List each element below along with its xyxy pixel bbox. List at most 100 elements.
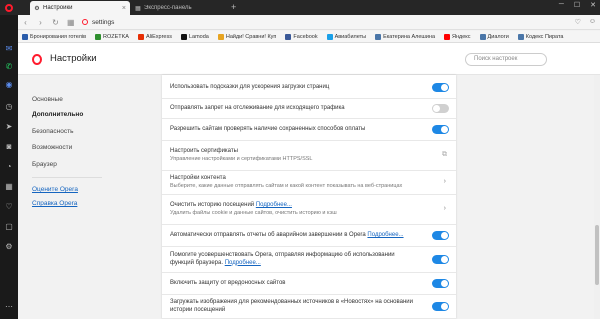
scrollbar[interactable]: [594, 75, 600, 319]
page-title: Настройки: [50, 53, 97, 64]
url-field[interactable]: settings: [82, 19, 567, 26]
setting-toggle[interactable]: [432, 231, 449, 240]
external-link-icon[interactable]: ⧉: [442, 151, 447, 159]
bookmark-heart-icon[interactable]: ♡: [575, 18, 581, 26]
settings-row: Загружать изображения для рекомендованны…: [162, 295, 456, 319]
setting-title: Очистить историю посещений Подробнее...: [170, 202, 292, 209]
more-icon[interactable]: ⋯: [3, 300, 15, 312]
bookmark-favicon-icon: [326, 33, 333, 40]
bookmark-item[interactable]: AliExpress: [137, 33, 172, 40]
bookmark-item[interactable]: Lamoda: [180, 33, 209, 40]
new-tab-button[interactable]: +: [231, 2, 236, 12]
setting-description: Удалить файлы cookie и данные сайтов, оч…: [170, 209, 337, 216]
messenger-icon[interactable]: ✉: [3, 42, 15, 54]
setting-title: Настроить сертификаты: [170, 148, 238, 155]
setting-title: Загружать изображения для рекомендованны…: [170, 299, 413, 313]
clock-icon[interactable]: ◔: [3, 160, 15, 172]
chevron-right-icon[interactable]: ›: [444, 178, 446, 185]
maximize-icon[interactable]: ☐: [574, 1, 580, 9]
bookmark-item[interactable]: Екатерина Алешина: [375, 33, 435, 40]
bookmark-favicon-icon: [22, 33, 28, 40]
setting-description: Управление настройками и сертификатами H…: [170, 155, 313, 162]
send-icon[interactable]: ➤: [3, 120, 15, 132]
bookmark-item[interactable]: Яндекс: [444, 33, 471, 40]
nav-item-features[interactable]: Возможности: [32, 144, 72, 151]
address-bar: ‹ › ↻ ▦ settings ♡ ☺: [18, 15, 600, 30]
bookmark-item[interactable]: Бронирования готелів: [22, 33, 86, 40]
settings-row: Помогите усовершенствовать Opera, отправ…: [162, 247, 456, 273]
bookmark-favicon-icon: [375, 33, 382, 40]
bookmark-item[interactable]: Авиабилеты: [326, 33, 366, 40]
learn-more-link[interactable]: Подробнее...: [367, 232, 403, 238]
forward-icon[interactable]: ›: [37, 18, 44, 27]
learn-more-link[interactable]: Подробнее...: [225, 260, 261, 266]
snapshot-icon[interactable]: ◙: [3, 140, 15, 152]
setting-title: Автоматически отправлять отчеты об авари…: [170, 231, 404, 238]
bookmark-favicon-icon: [95, 33, 101, 40]
settings-row[interactable]: Настройки контента Выберите, какие данные…: [162, 171, 456, 195]
profile-icon[interactable]: ☺: [589, 18, 596, 26]
search-settings-input[interactable]: Поиск настроек: [465, 53, 547, 66]
scrollbar-thumb[interactable]: [595, 225, 599, 285]
toggle-knob: [433, 105, 440, 112]
toggle-knob: [441, 126, 448, 133]
bookmark-item[interactable]: Facebook: [285, 33, 318, 40]
toggle-knob: [441, 256, 448, 263]
nav-item-security[interactable]: Безопасность: [32, 128, 73, 135]
setting-toggle[interactable]: [432, 83, 449, 92]
setting-title: Включить защиту от вредоносных сайтов: [170, 279, 286, 286]
settings-row: Использовать подсказки для ускорения заг…: [162, 77, 456, 99]
chevron-right-icon[interactable]: ›: [444, 205, 446, 212]
rate-opera-link[interactable]: Оцените Opera: [32, 186, 78, 193]
bookmark-item[interactable]: Диалоги: [479, 33, 509, 40]
opera-url-icon: [82, 19, 88, 25]
settings-card: Использовать подсказки для ускорения заг…: [162, 75, 456, 319]
reload-icon[interactable]: ↻: [52, 18, 59, 27]
setting-title: Использовать подсказки для ускорения заг…: [170, 83, 330, 90]
bookmark-item[interactable]: Кодекс Пирата: [517, 33, 564, 40]
speed-dial-icon[interactable]: ▦: [3, 180, 15, 192]
nav-item-browser[interactable]: Браузер: [32, 161, 57, 168]
address-actions: ♡ ☺: [575, 18, 596, 26]
downloads-icon[interactable]: ▢: [3, 220, 15, 232]
toggle-knob: [441, 303, 448, 310]
close-window-icon[interactable]: ✕: [590, 1, 596, 9]
learn-more-link[interactable]: Подробнее...: [256, 202, 292, 208]
grid-icon: ▦: [135, 5, 141, 12]
settings-nav: Основные Дополнительно Безопасность Возм…: [18, 75, 114, 319]
toggle-knob: [441, 84, 448, 91]
history-icon[interactable]: ◷: [3, 100, 15, 112]
setting-toggle[interactable]: [432, 125, 449, 134]
settings-row: Автоматически отправлять отчеты об авари…: [162, 225, 456, 247]
minimize-icon[interactable]: ─: [559, 1, 564, 9]
tab-settings[interactable]: ⚙ Настройки ×: [30, 1, 130, 15]
nav-item-advanced[interactable]: Дополнительно: [32, 111, 83, 118]
bookmark-item[interactable]: ROZETKA: [95, 33, 129, 40]
speed-dial-grid-icon[interactable]: ▦: [67, 18, 75, 27]
bookmark-favicon-icon: [444, 33, 451, 40]
nav-item-basic[interactable]: Основные: [32, 96, 63, 103]
setting-description: Выберите, какие данные отправлять сайтам…: [170, 182, 403, 189]
bookmark-item[interactable]: Найди! Сравни! Куп: [217, 33, 276, 40]
back-icon[interactable]: ‹: [22, 18, 29, 27]
toggle-knob: [441, 280, 448, 287]
close-tab-icon[interactable]: ×: [122, 5, 126, 12]
opera-menu-button[interactable]: [3, 2, 15, 13]
opera-help-link[interactable]: Справка Opera: [32, 200, 77, 207]
bookmarks-bar: Бронирования готелів ROZETKA AliExpress Lam…: [18, 31, 600, 43]
setting-toggle[interactable]: [432, 255, 449, 264]
settings-header: Настройки Поиск настроек: [18, 43, 600, 75]
setting-title: Настройки контента: [170, 175, 226, 182]
window-controls: ─ ☐ ✕: [559, 1, 596, 9]
settings-row[interactable]: Очистить историю посещений Подробнее... У…: [162, 195, 456, 225]
setting-toggle[interactable]: [432, 279, 449, 288]
whatsapp-icon[interactable]: ✆: [3, 60, 15, 72]
vk-icon[interactable]: ◉: [3, 78, 15, 90]
tab-speed-dial[interactable]: ▦ Экспресс-панель: [131, 1, 229, 15]
setting-toggle[interactable]: [432, 104, 449, 113]
settings-row[interactable]: Настроить сертификаты Управление настройк…: [162, 141, 456, 171]
setting-toggle[interactable]: [432, 302, 449, 311]
extensions-icon[interactable]: ⚙: [3, 240, 15, 252]
settings-row: Включить защиту от вредоносных сайтов: [162, 273, 456, 295]
heart-icon[interactable]: ♡: [3, 200, 15, 212]
